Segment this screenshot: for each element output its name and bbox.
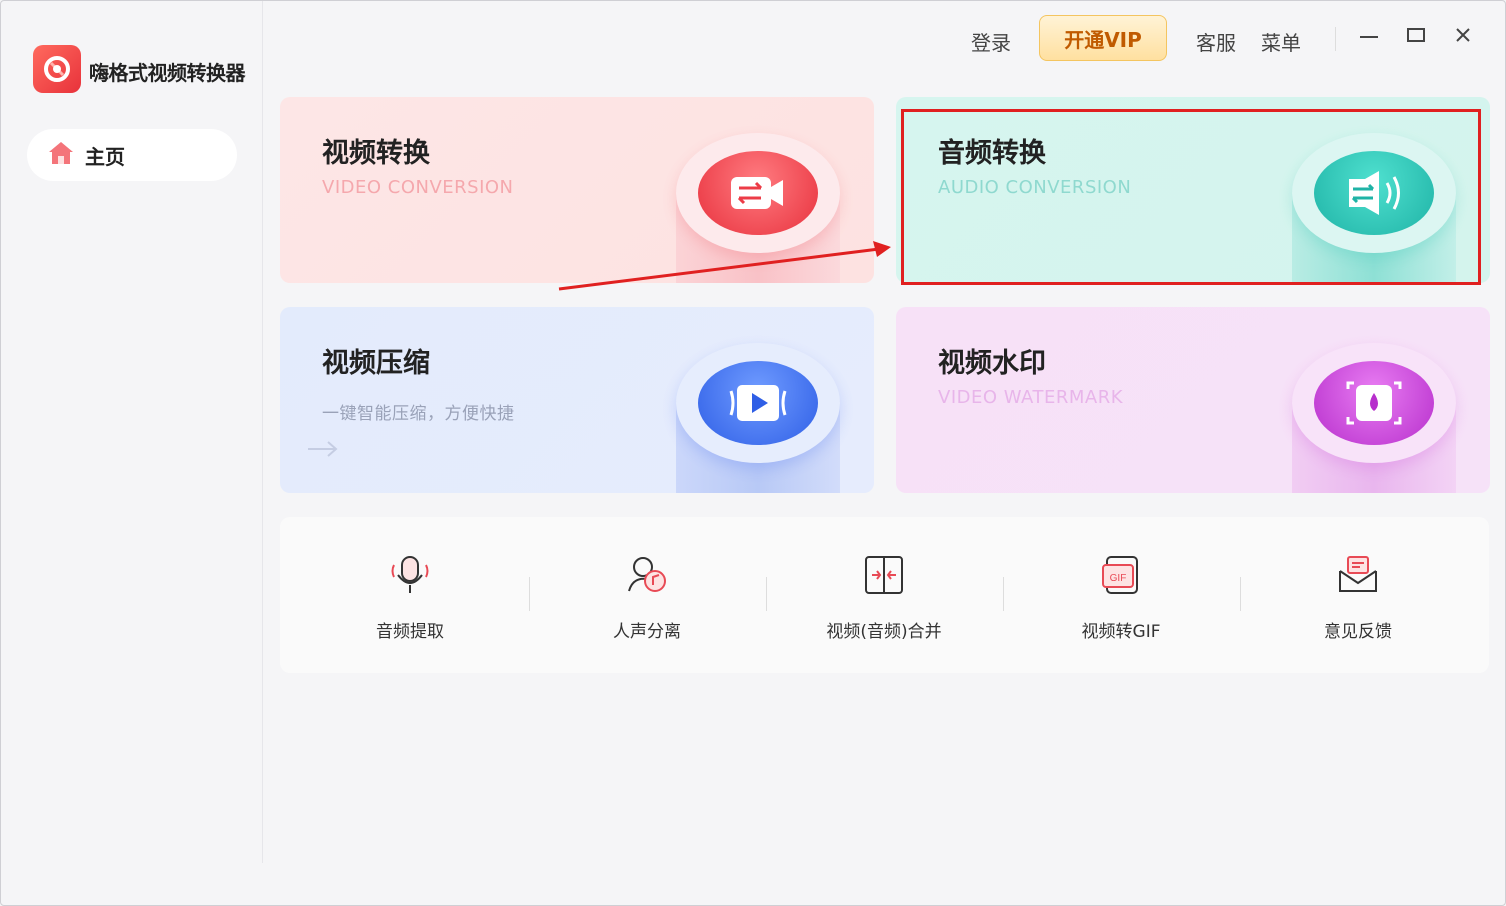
- divider: [529, 577, 530, 611]
- sidebar-item-home[interactable]: 主页: [27, 129, 237, 181]
- app-logo-icon: [33, 45, 81, 93]
- annotation-arrow-icon: [558, 241, 891, 291]
- app-window: 嗨格式视频转换器 主页 登录 开通VIP 客服 菜单 视频转换 VIDEO CO…: [0, 0, 1506, 906]
- divider: [1003, 577, 1004, 611]
- divider: [766, 577, 767, 611]
- tool-video-to-gif[interactable]: GIF 视频转GIF: [1041, 553, 1201, 653]
- tool-voice-separate[interactable]: 人声分离: [567, 553, 727, 653]
- card-title: 视频转换: [322, 138, 430, 169]
- feedback-mail-icon: [1336, 553, 1380, 597]
- tool-label: 视频转GIF: [1081, 622, 1161, 642]
- video-watermark-icon: [1292, 343, 1456, 493]
- menu-link[interactable]: 菜单: [1261, 27, 1301, 56]
- support-link[interactable]: 客服: [1196, 27, 1236, 56]
- tool-label: 音频提取: [376, 622, 444, 642]
- microphone-icon: [388, 553, 432, 597]
- merge-icon: [862, 553, 906, 597]
- home-icon: [47, 140, 75, 170]
- vip-button[interactable]: 开通VIP: [1039, 15, 1167, 61]
- app-title: 嗨格式视频转换器: [89, 61, 246, 85]
- tool-feedback[interactable]: 意见反馈: [1278, 553, 1438, 653]
- svg-text:GIF: GIF: [1110, 573, 1127, 584]
- maximize-icon[interactable]: [1404, 23, 1428, 47]
- card-video-compress[interactable]: 视频压缩 一键智能压缩，方便快捷: [280, 307, 874, 493]
- card-title: 视频压缩: [322, 348, 430, 379]
- card-video-watermark[interactable]: 视频水印 VIDEO WATERMARK: [896, 307, 1490, 493]
- close-icon[interactable]: [1451, 23, 1475, 47]
- video-compress-icon: [676, 343, 840, 493]
- tool-label: 视频(音频)合并: [826, 622, 942, 642]
- sidebar: 嗨格式视频转换器 主页: [1, 1, 263, 863]
- card-title: 视频水印: [938, 348, 1046, 379]
- card-subtitle: VIDEO CONVERSION: [322, 177, 514, 198]
- card-subtitle: 一键智能压缩，方便快捷: [322, 404, 515, 424]
- card-title: 音频转换: [938, 138, 1046, 169]
- login-link[interactable]: 登录: [971, 27, 1011, 56]
- card-subtitle: AUDIO CONVERSION: [938, 177, 1132, 198]
- tool-label: 意见反馈: [1324, 622, 1392, 642]
- card-audio-conversion[interactable]: 音频转换 AUDIO CONVERSION: [896, 97, 1490, 283]
- voice-separate-icon: [625, 553, 669, 597]
- gif-icon: GIF: [1099, 553, 1143, 597]
- card-subtitle: VIDEO WATERMARK: [938, 387, 1124, 408]
- divider: [1240, 577, 1241, 611]
- tool-audio-extract[interactable]: 音频提取: [330, 553, 490, 653]
- tool-merge[interactable]: 视频(音频)合并: [804, 553, 964, 653]
- sidebar-item-label: 主页: [85, 144, 125, 169]
- minimize-icon[interactable]: [1357, 23, 1381, 47]
- tool-label: 人声分离: [613, 622, 681, 642]
- divider: [1335, 27, 1336, 51]
- arrow-right-icon: [306, 439, 340, 463]
- audio-convert-icon: [1292, 133, 1456, 283]
- tools-bar: 音频提取 人声分离 视频(音频)合并 GIF 视频转GIF 意见反馈: [280, 517, 1489, 673]
